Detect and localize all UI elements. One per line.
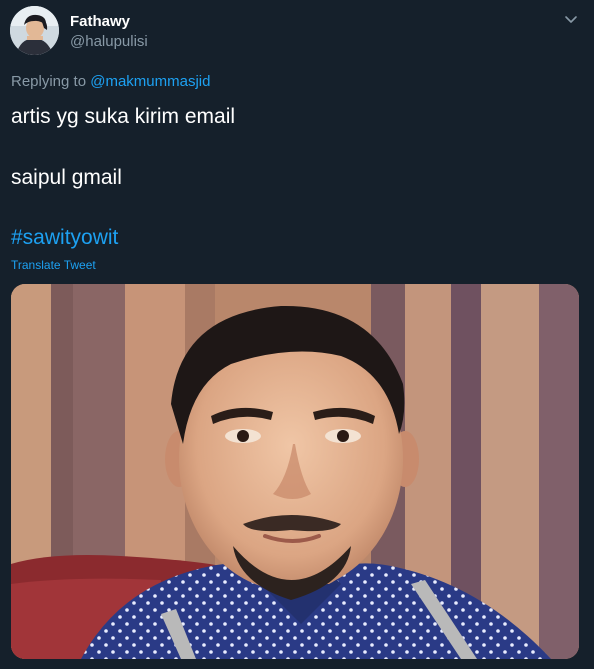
tweet-text-line-1: artis yg suka kirim email xyxy=(11,105,236,128)
mention-link[interactable]: @makmummasjid xyxy=(90,73,210,90)
hashtag-link[interactable]: #sawityowit xyxy=(11,225,118,251)
replying-to: Replying to @makmummasjid xyxy=(11,72,210,92)
author-handle[interactable]: @halupulisi xyxy=(70,32,148,52)
author-display-name[interactable]: Fathawy xyxy=(70,12,130,32)
replying-to-label: Replying to xyxy=(11,73,91,90)
tweet-photo[interactable] xyxy=(11,284,579,659)
photo-of-man xyxy=(11,284,579,659)
translate-tweet-link[interactable]: Translate Tweet xyxy=(11,257,96,273)
chevron-down-icon[interactable] xyxy=(561,11,581,29)
tweet-card: Fathawy @halupulisi Replying to @makmumm… xyxy=(0,0,594,669)
avatar-image xyxy=(10,6,59,55)
avatar[interactable] xyxy=(10,6,59,55)
tweet-text-line-2: saipul gmail xyxy=(11,166,122,189)
